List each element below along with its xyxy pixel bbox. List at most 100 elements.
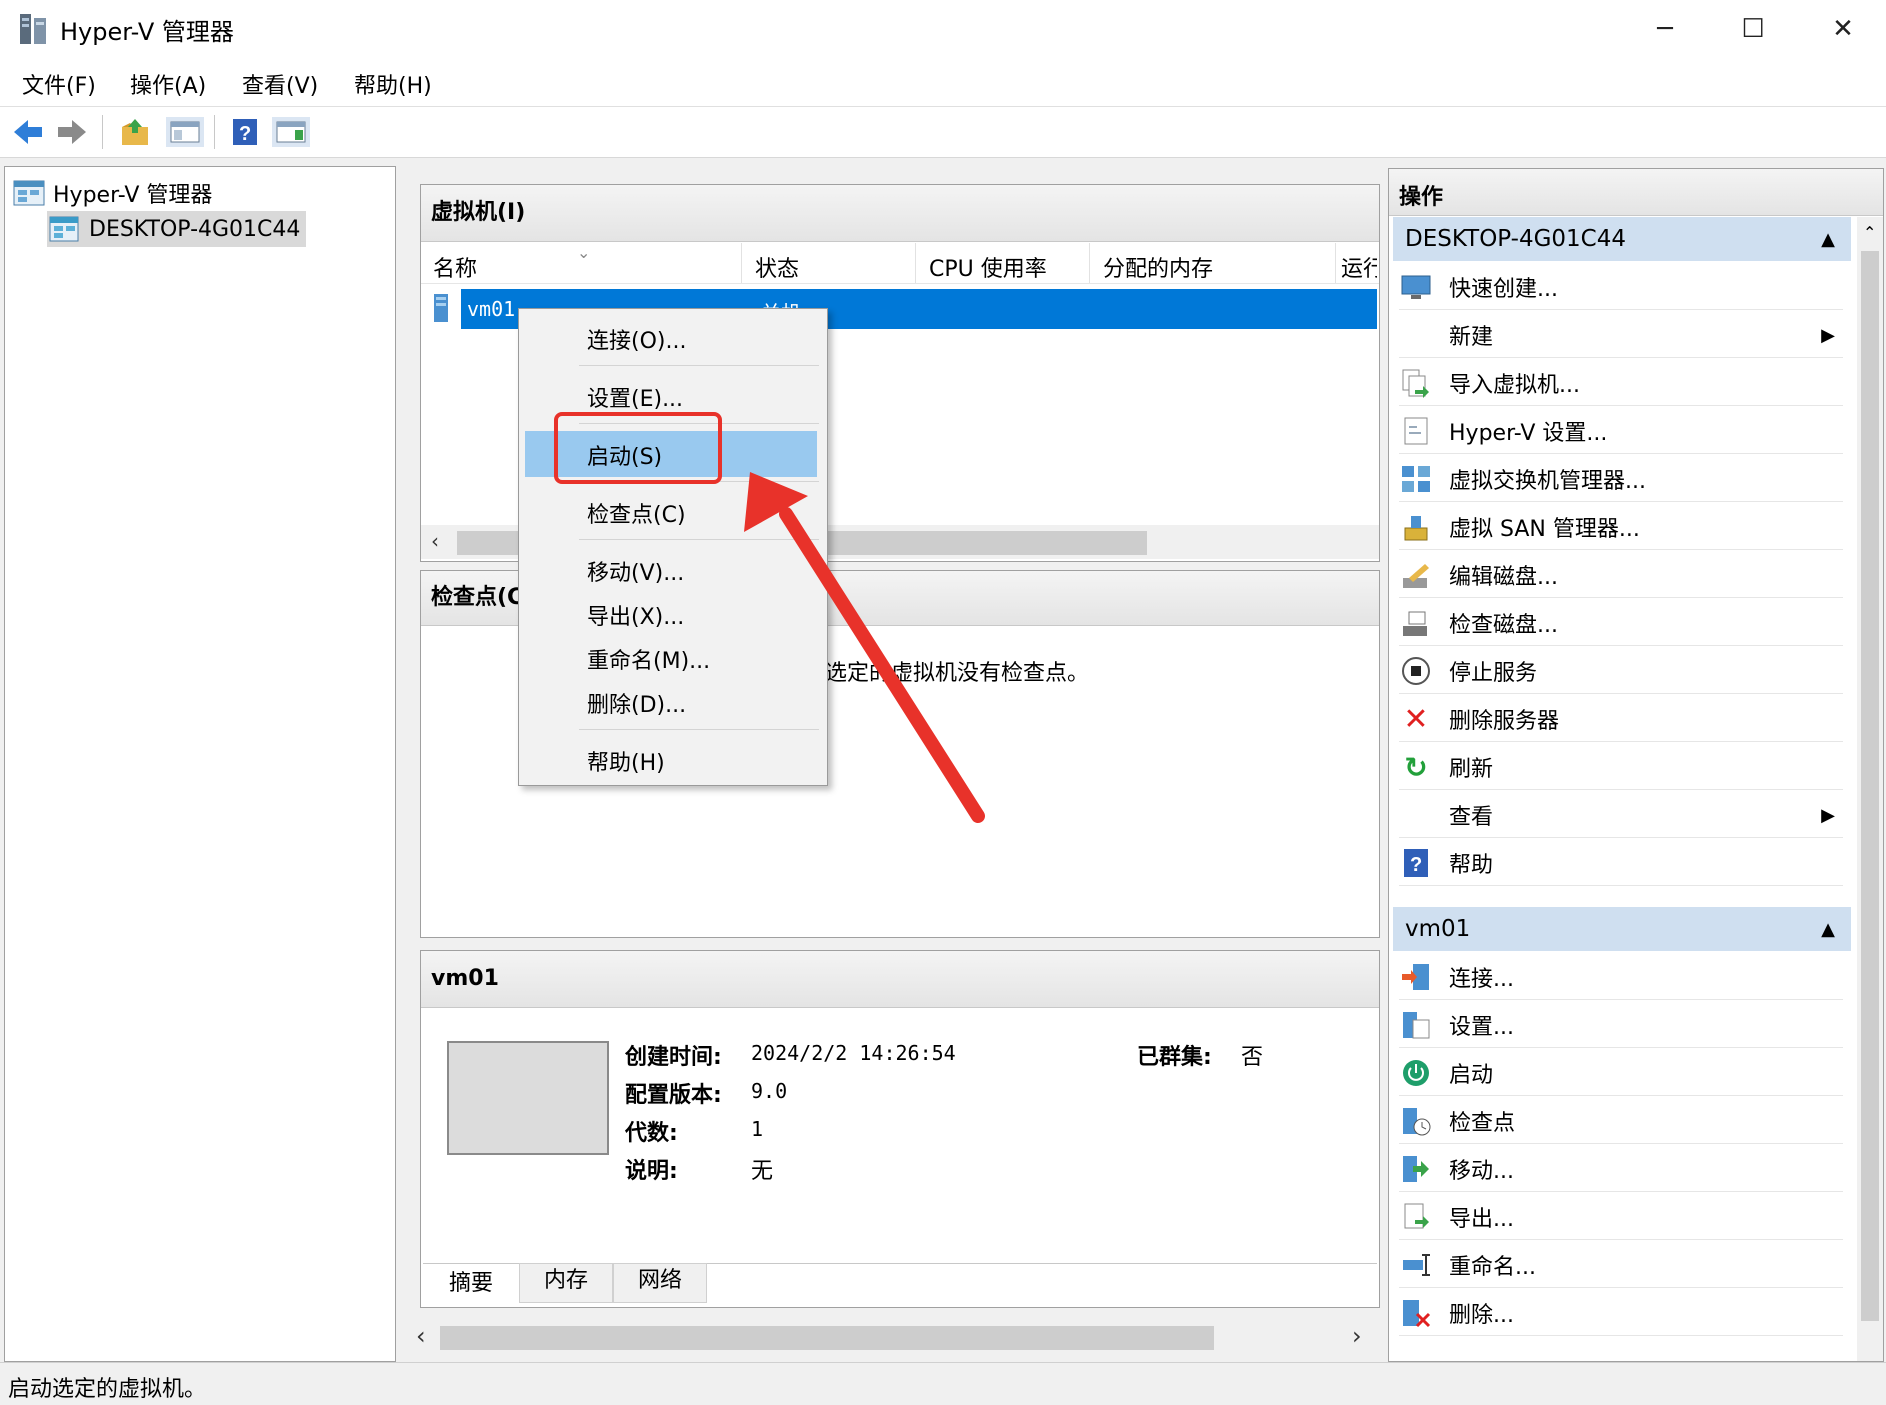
action-label: 新建 [1449,325,1494,350]
ctx-help[interactable]: 帮助(H) [587,745,665,777]
center-hscrollbar[interactable]: ‹ › [410,1318,1380,1358]
ctx-delete[interactable]: 删除(D)... [587,687,686,719]
help-icon[interactable]: ? [230,117,260,147]
scroll-left-icon[interactable]: ‹ [431,529,439,553]
tab-memory[interactable]: 内存 [519,1263,613,1303]
menu-file[interactable]: 文件(F) [22,68,96,100]
forward-arrow-icon[interactable] [56,117,86,147]
submenu-arrow-icon: ▶ [1821,324,1835,346]
details-panel-title: vm01 [421,951,1379,1008]
action-view[interactable]: 查看 ▶ [1399,793,1843,838]
action-import-vm[interactable]: 导入虚拟机... [1399,361,1843,406]
action-edit-disk[interactable]: 编辑磁盘... [1399,553,1843,598]
ctx-checkpoint[interactable]: 检查点(C) [587,497,686,529]
col-uptime[interactable]: 运行 [1341,251,1377,283]
action-vm-delete[interactable]: 删除... [1399,1291,1843,1336]
tab-summary[interactable]: 摘要 [425,1265,517,1303]
maximize-button[interactable]: ☐ [1708,0,1798,58]
tree-item-host[interactable]: DESKTOP-4G01C44 [47,211,307,247]
notes-label: 说明: [625,1159,678,1184]
action-vm-checkpoint[interactable]: 检查点 [1399,1099,1843,1144]
col-cpu[interactable]: CPU 使用率 [929,251,1047,283]
action-label: 停止服务 [1449,661,1538,686]
menu-view[interactable]: 查看(V) [242,68,318,100]
ctx-export[interactable]: 导出(X)... [587,599,684,631]
action-label: 重命名... [1449,1255,1536,1280]
vm-icon [434,294,448,322]
ctx-move[interactable]: 移动(V)... [587,555,684,587]
action-remove-server[interactable]: ✕ 删除服务器 [1399,697,1843,742]
power-icon [1399,1058,1433,1088]
tree-root-hyperv[interactable]: Hyper-V 管理器 [13,177,212,209]
action-vm-export[interactable]: 导出... [1399,1195,1843,1240]
action-refresh[interactable]: ↻ 刷新 [1399,745,1843,790]
submenu-arrow-icon: ▶ [1821,804,1835,826]
action-vm-connect[interactable]: 连接... [1399,955,1843,1000]
vm-thumbnail [447,1041,609,1155]
tree-host-label: DESKTOP-4G01C44 [89,216,301,242]
action-vm-start[interactable]: 启动 [1399,1051,1843,1096]
minimize-button[interactable]: ─ [1620,0,1710,58]
action-inspect-disk[interactable]: 检查磁盘... [1399,601,1843,646]
import-icon [1399,368,1433,398]
action-label: 检查点 [1449,1111,1516,1136]
annotation-arrow-icon [744,472,985,823]
action-label: 虚拟交换机管理器... [1449,469,1646,494]
action-help[interactable]: ? 帮助 [1399,841,1843,886]
actions-header: 操作 [1389,169,1883,216]
actions-section-vm[interactable]: vm01 ▲ [1393,907,1851,951]
collapse-up-icon[interactable]: ▲ [1821,919,1835,940]
vm-row-name: vm01 [467,297,516,321]
generation-label: 代数: [625,1121,678,1146]
actions-section-host[interactable]: DESKTOP-4G01C44 ▲ [1393,217,1851,261]
scroll-right-icon[interactable]: › [1352,1322,1362,1350]
close-button[interactable]: ✕ [1798,0,1886,58]
ctx-rename[interactable]: 重命名(M)... [587,643,710,675]
action-label: 检查磁盘... [1449,613,1558,638]
vm-panel-title: 虚拟机(I) [421,185,1379,242]
scroll-left-icon[interactable]: ‹ [416,1322,426,1350]
action-virtual-switch-manager[interactable]: 虚拟交换机管理器... [1399,457,1843,502]
scroll-up-icon[interactable]: ⌃ [1863,223,1876,242]
san-storage-icon [1399,512,1433,542]
show-hide-action-pane-icon[interactable] [272,117,310,147]
menu-help[interactable]: 帮助(H) [354,68,432,100]
annotation-highlight-box [554,412,722,484]
actions-section-host-label: DESKTOP-4G01C44 [1405,226,1627,252]
stop-icon [1399,656,1433,686]
ctx-settings[interactable]: 设置(E)... [587,381,683,413]
help-icon: ? [1399,848,1433,878]
delete-x-icon: ✕ [1403,701,1429,737]
created-value: 2024/2/2 14:26:54 [751,1041,956,1065]
cluster-value: 否 [1241,1045,1264,1070]
ctx-connect[interactable]: 连接(O)... [587,323,686,355]
action-vm-rename[interactable]: 重命名... [1399,1243,1843,1288]
rename-icon [1399,1250,1433,1280]
action-vm-move[interactable]: 移动... [1399,1147,1843,1192]
action-quick-create[interactable]: 快速创建... [1399,265,1843,310]
actions-title: 操作 [1399,185,1444,210]
tree-root-label: Hyper-V 管理器 [53,183,213,208]
action-stop-service[interactable]: 停止服务 [1399,649,1843,694]
actions-scroll-thumb[interactable] [1861,251,1879,1321]
col-name[interactable]: 名称 [433,251,477,283]
action-vm-settings[interactable]: 设置... [1399,1003,1843,1048]
col-memory[interactable]: 分配的内存 [1103,251,1213,283]
center-scroll-thumb[interactable] [440,1326,1214,1350]
back-arrow-icon[interactable] [12,117,42,147]
edit-disk-icon [1399,560,1433,590]
tab-network[interactable]: 网络 [613,1263,707,1303]
action-new[interactable]: 新建 ▶ [1399,313,1843,358]
menu-action[interactable]: 操作(A) [130,68,206,100]
collapse-up-icon[interactable]: ▲ [1821,229,1835,250]
action-label: 删除服务器 [1449,709,1560,734]
show-hide-console-tree-icon[interactable] [166,117,204,147]
action-hyperv-settings[interactable]: Hyper-V 设置... [1399,409,1843,454]
col-state[interactable]: 状态 [755,251,799,283]
actions-vscrollbar[interactable]: ⌃ ⌄ [1857,217,1883,1361]
action-label: 导出... [1449,1207,1514,1232]
checkpoint-icon [1399,1106,1433,1136]
action-label: 移动... [1449,1159,1514,1184]
up-folder-icon[interactable] [120,117,150,147]
action-virtual-san-manager[interactable]: 虚拟 SAN 管理器... [1399,505,1843,550]
